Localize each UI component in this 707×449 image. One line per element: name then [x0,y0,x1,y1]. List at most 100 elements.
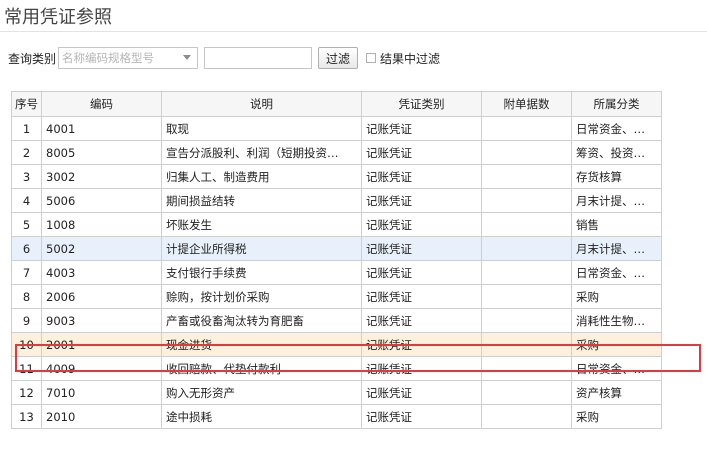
col-header-description[interactable]: 说明 [161,91,362,117]
cell-description: 收回赔款、代垫付款利 [161,356,362,381]
table-row[interactable]: 5 1008 坏账发生 记账凭证 销售 [11,212,662,237]
category-select[interactable]: 名称编码规格型号 [58,47,199,69]
cell-description: 支付银行手续费 [161,260,362,285]
category-select-placeholder: 名称编码规格型号 [62,51,155,65]
cell-attachments [481,284,572,309]
table-row-hovered[interactable]: 6 5002 计提企业所得税 记账凭证 月末计提、… [11,236,662,261]
chevron-down-icon[interactable] [183,55,192,60]
cell-index: 7 [11,260,42,285]
table-row[interactable]: 1 4001 取现 记账凭证 日常资金、… [11,116,662,141]
cell-index: 3 [11,164,42,189]
filter-button[interactable]: 过滤 [318,47,359,69]
cell-index: 4 [11,188,42,213]
col-header-voucher-type[interactable]: 凭证类别 [361,91,482,117]
table-row[interactable]: 13 2010 途中损耗 记账凭证 采购 [11,404,662,429]
cell-category: 月末计提、… [571,188,662,213]
table-row[interactable]: 9 9003 产畜或役畜淘汰转为育肥畜 记账凭证 消耗性生物… [11,308,662,333]
cell-voucher-type: 记账凭证 [361,116,482,141]
cell-attachments [481,212,572,237]
cell-code: 1008 [41,212,162,237]
cell-voucher-type: 记账凭证 [361,284,482,309]
cell-code: 5006 [41,188,162,213]
cell-attachments [481,332,572,357]
cell-index: 11 [11,356,42,381]
voucher-table: 序号 编码 说明 凭证类别 附单据数 所属分类 1 4001 取现 记账凭证 日… [11,91,662,429]
search-input[interactable] [204,47,313,69]
cell-attachments [481,356,572,381]
cell-voucher-type: 记账凭证 [361,332,482,357]
cell-voucher-type: 记账凭证 [361,260,482,285]
cell-category: 资产核算 [571,380,662,405]
cell-index: 12 [11,380,42,405]
table-header-row: 序号 编码 说明 凭证类别 附单据数 所属分类 [11,91,662,117]
cell-category: 日常资金、… [571,116,662,141]
cell-index: 13 [11,404,42,429]
cell-index: 9 [11,308,42,333]
cell-voucher-type: 记账凭证 [361,404,482,429]
filter-bar: 查询类别 名称编码规格型号 过滤 结果中过滤 [8,46,440,70]
cell-code: 4001 [41,116,162,141]
cell-attachments [481,404,572,429]
table-row[interactable]: 4 5006 期间损益结转 记账凭证 月末计提、… [11,188,662,213]
cell-voucher-type: 记账凭证 [361,380,482,405]
cell-index: 6 [11,236,42,261]
table-row[interactable]: 11 4009 收回赔款、代垫付款利 记账凭证 日常资金、… [11,356,662,381]
filter-in-results-checkbox[interactable] [366,53,377,63]
cell-category: 日常资金、… [571,356,662,381]
cell-index: 1 [11,116,42,141]
cell-code: 2006 [41,284,162,309]
cell-voucher-type: 记账凭证 [361,308,482,333]
cell-description: 期间损益结转 [161,188,362,213]
cell-description: 宣告分派股利、利润（短期投资… [161,140,362,165]
cell-category: 采购 [571,404,662,429]
cell-attachments [481,140,572,165]
cell-code: 4003 [41,260,162,285]
cell-attachments [481,380,572,405]
cell-code: 8005 [41,140,162,165]
table-row[interactable]: 2 8005 宣告分派股利、利润（短期投资… 记账凭证 筹资、投资… [11,140,662,165]
cell-category: 日常资金、… [571,260,662,285]
title-divider [0,31,707,32]
cell-index: 8 [11,284,42,309]
cell-code: 2001 [41,332,162,357]
cell-code: 2010 [41,404,162,429]
filter-in-results-label: 结果中过滤 [380,51,441,66]
table-row[interactable]: 12 7010 购入无形资产 记账凭证 资产核算 [11,380,662,405]
cell-voucher-type: 记账凭证 [361,236,482,261]
cell-description: 计提企业所得税 [161,236,362,261]
cell-index: 2 [11,140,42,165]
table-row[interactable]: 3 3002 归集人工、制造费用 记账凭证 存货核算 [11,164,662,189]
cell-code: 3002 [41,164,162,189]
col-header-code[interactable]: 编码 [41,91,162,117]
cell-description: 途中损耗 [161,404,362,429]
cell-code: 7010 [41,380,162,405]
table-row-selected[interactable]: 10 2001 现金进货 记账凭证 采购 [11,332,662,357]
cell-voucher-type: 记账凭证 [361,140,482,165]
cell-voucher-type: 记账凭证 [361,356,482,381]
col-header-attachments[interactable]: 附单据数 [481,91,572,117]
cell-attachments [481,188,572,213]
cell-category: 采购 [571,284,662,309]
cell-category: 筹资、投资… [571,140,662,165]
cell-code: 9003 [41,308,162,333]
cell-description: 坏账发生 [161,212,362,237]
cell-index: 5 [11,212,42,237]
cell-attachments [481,308,572,333]
cell-description: 赊购，按计划价采购 [161,284,362,309]
cell-description: 归集人工、制造费用 [161,164,362,189]
table-row[interactable]: 8 2006 赊购，按计划价采购 记账凭证 采购 [11,284,662,309]
cell-description: 现金进货 [161,332,362,357]
cell-voucher-type: 记账凭证 [361,212,482,237]
cell-category: 月末计提、… [571,236,662,261]
cell-description: 购入无形资产 [161,380,362,405]
cell-category: 消耗性生物… [571,308,662,333]
cell-voucher-type: 记账凭证 [361,164,482,189]
table-row[interactable]: 7 4003 支付银行手续费 记账凭证 日常资金、… [11,260,662,285]
cell-index: 10 [11,332,42,357]
col-header-index[interactable]: 序号 [11,91,42,117]
cell-category: 采购 [571,332,662,357]
cell-description: 产畜或役畜淘汰转为育肥畜 [161,308,362,333]
col-header-category[interactable]: 所属分类 [571,91,662,117]
cell-description: 取现 [161,116,362,141]
cell-code: 4009 [41,356,162,381]
